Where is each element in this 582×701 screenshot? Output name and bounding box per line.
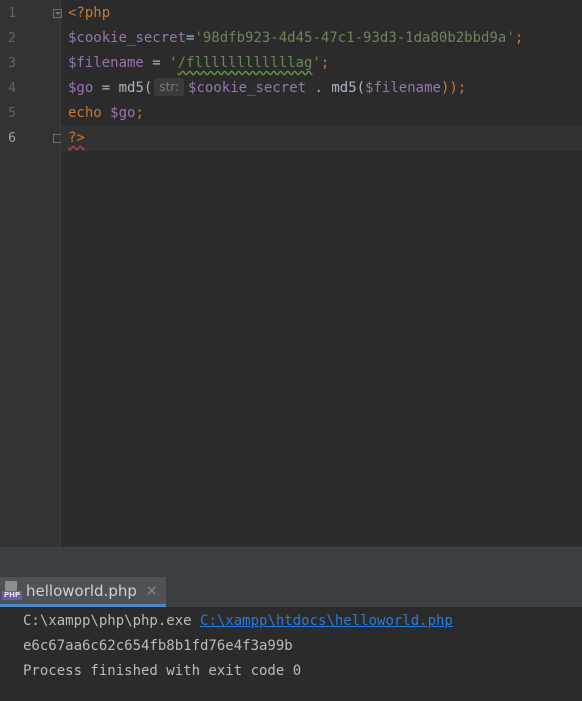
string-literal: '98dfb923-4d45-47c1-93d3-1da80b2bbd9a' bbox=[194, 30, 515, 46]
code-line-3[interactable]: $filename = '/fllllllllllllag'; bbox=[68, 51, 329, 76]
code-line-4[interactable]: $go = md5(str: $cookie_secret . md5($file… bbox=[68, 76, 466, 101]
semicolon: ; bbox=[514, 30, 524, 46]
function-call: md5( bbox=[118, 80, 153, 96]
string-quote: ' bbox=[169, 55, 178, 71]
console-output: e6c67aa6c62c654fb8b1fd76e4f3a99b bbox=[23, 638, 293, 654]
function-call: md5( bbox=[331, 80, 366, 96]
php-file-icon: PHP bbox=[2, 580, 22, 601]
variable: $go bbox=[68, 80, 94, 96]
php-badge: PHP bbox=[2, 590, 22, 600]
echo-keyword: echo bbox=[68, 105, 111, 121]
line-number-current: 6 bbox=[8, 131, 16, 146]
script-path-link[interactable]: C:\xampp\htdocs\helloworld.php bbox=[200, 613, 453, 629]
run-tab-helloworld[interactable]: PHP helloworld.php × bbox=[0, 577, 166, 607]
php-close-tag: ?> bbox=[68, 130, 85, 146]
line-number: 5 bbox=[8, 106, 16, 121]
variable: $go bbox=[110, 105, 136, 121]
code-editor[interactable]: 1 2 3 4 5 6 <?php $cookie_secret='98dfb9… bbox=[0, 0, 582, 546]
code-line-1[interactable]: <?php bbox=[68, 1, 110, 26]
run-tab-label: helloworld.php bbox=[26, 581, 137, 600]
closing-parens: )); bbox=[440, 80, 467, 96]
line-number: 4 bbox=[8, 81, 16, 96]
code-line-6[interactable]: ?> bbox=[68, 126, 85, 151]
parameter-hint: str: bbox=[154, 78, 185, 96]
variable: $filename bbox=[365, 80, 441, 96]
line-number: 1 bbox=[8, 6, 16, 21]
code-line-5[interactable]: echo $go; bbox=[68, 101, 144, 126]
run-console[interactable]: C:\xampp\php\php.exe C:\xampp\htdocs\hel… bbox=[0, 608, 582, 701]
console-command: C:\xampp\php\php.exe bbox=[23, 613, 201, 629]
fold-toggle-icon[interactable] bbox=[53, 9, 62, 18]
operator: = bbox=[143, 55, 170, 71]
run-tool-window-tabs: PHP helloworld.php × bbox=[0, 577, 582, 608]
line-number: 3 bbox=[8, 56, 16, 71]
editor-gutter: 1 2 3 4 5 6 bbox=[0, 0, 62, 546]
panel-splitter[interactable] bbox=[0, 546, 582, 577]
variable: $cookie_secret bbox=[68, 30, 187, 46]
string-quote: ' bbox=[312, 55, 321, 71]
console-command-line: C:\xampp\php\php.exe C:\xampp\htdocs\hel… bbox=[23, 609, 453, 634]
variable: $filename bbox=[68, 55, 144, 71]
line-number: 2 bbox=[8, 31, 16, 46]
semicolon: ; bbox=[320, 55, 330, 71]
operator: = bbox=[93, 80, 119, 96]
operator: . bbox=[306, 80, 332, 96]
code-line-2[interactable]: $cookie_secret='98dfb923-4d45-47c1-93d3-… bbox=[68, 26, 523, 51]
variable: $cookie_secret bbox=[188, 80, 307, 96]
close-icon[interactable]: × bbox=[146, 583, 158, 599]
console-exit-message: Process finished with exit code 0 bbox=[23, 663, 302, 679]
semicolon: ; bbox=[135, 105, 144, 121]
current-line-highlight bbox=[61, 126, 582, 151]
php-open-tag: <?php bbox=[68, 5, 111, 21]
path-string: /fllllllllllllag bbox=[177, 55, 313, 71]
